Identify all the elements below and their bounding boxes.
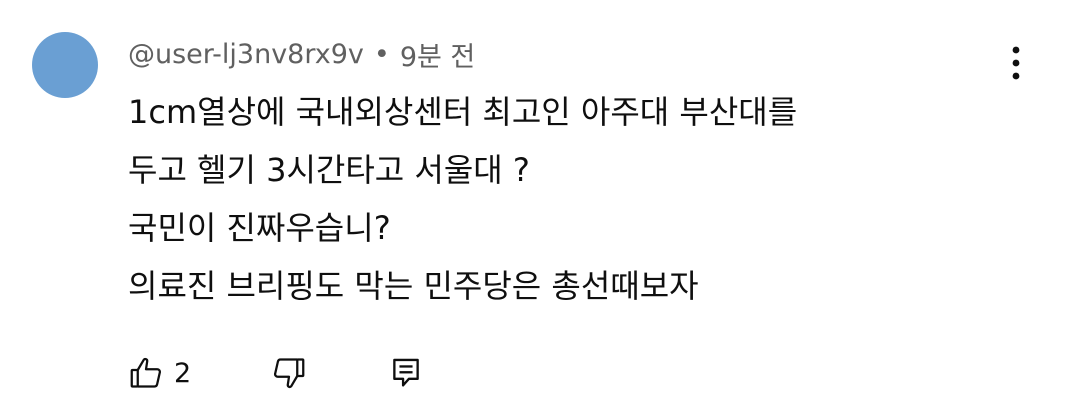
like-count: 2 <box>174 357 192 389</box>
like-button[interactable] <box>128 350 164 396</box>
avatar[interactable] <box>32 32 98 98</box>
comment-line: 의료진 브리핑도 막는 민주당은 총선때보자 <box>128 267 699 305</box>
thumbs-up-icon <box>130 357 162 388</box>
reply-button[interactable] <box>391 350 421 396</box>
separator-dot: • <box>373 38 390 70</box>
comment-text: 1cm열상에 국내외상센터 최고인 아주대 부산대를 두고 헬기 3시간타고 서… <box>128 83 1028 315</box>
reply-comment-icon <box>393 358 419 387</box>
comment-line: 국민이 진짜우습니? <box>128 209 391 247</box>
like-group: 2 <box>128 350 191 396</box>
thumbs-down-icon <box>274 358 305 389</box>
comment-time[interactable]: 9분 전 <box>400 35 475 74</box>
dislike-button[interactable] <box>271 350 307 396</box>
comment-line: 1cm열상에 국내외상센터 최고인 아주대 부산대를 <box>128 93 798 131</box>
vertical-dots-icon <box>1012 46 1020 80</box>
comment-line: 두고 헬기 3시간타고 서울대 ? <box>128 151 530 189</box>
more-actions-button[interactable] <box>998 38 1034 88</box>
author-name[interactable]: @user-lj3nv8rx9v <box>128 39 364 70</box>
comment-header: @user-lj3nv8rx9v • 9분 전 <box>128 35 475 74</box>
comment-actions: 2 <box>128 350 421 396</box>
